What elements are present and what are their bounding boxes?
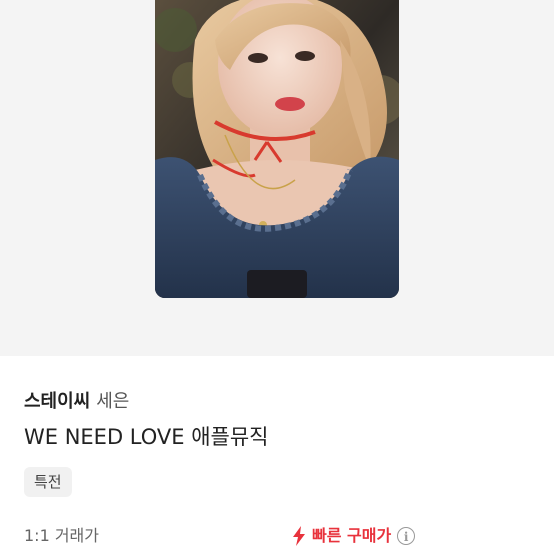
quick-buy-price[interactable]: 빠른 구매가 i (292, 524, 416, 548)
trade-price-label: 1:1 거래가 (24, 526, 99, 545)
artist-line: 스테이씨 세은 (24, 390, 129, 414)
member-name[interactable]: 세은 (96, 391, 129, 412)
group-name[interactable]: 스테이씨 (24, 391, 90, 412)
info-circle-icon[interactable]: i (397, 527, 416, 545)
product-title: WE NEED LOVE 애플뮤직 (24, 425, 269, 449)
lightning-bolt-icon (292, 526, 306, 546)
photocard-image[interactable] (155, 0, 399, 298)
quick-buy-label: 빠른 구매가 (312, 526, 392, 545)
category-tag[interactable]: 특전 (24, 467, 72, 497)
product-image-area (0, 0, 554, 356)
